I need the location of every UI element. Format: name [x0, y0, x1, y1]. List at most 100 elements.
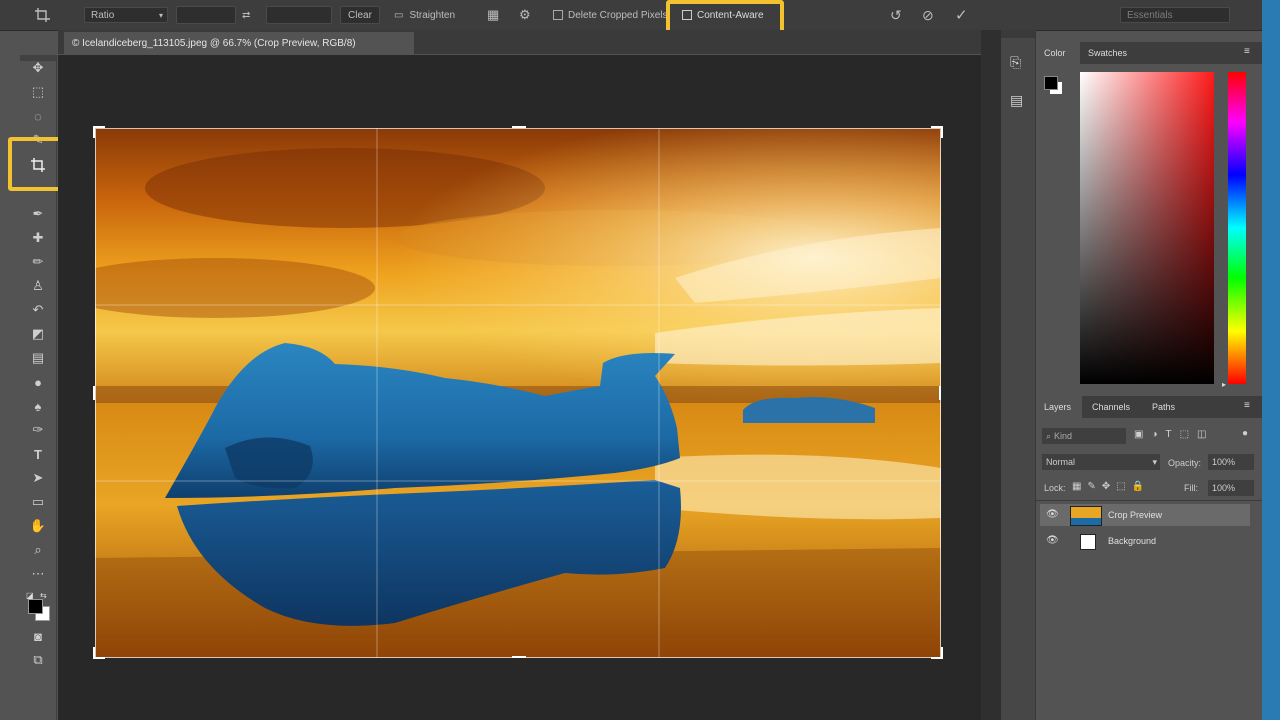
visibility-eye-icon[interactable]: 👁: [1046, 509, 1059, 520]
panels-column: Color Swatches ≡ ▸ Layers Channels Paths…: [1036, 40, 1262, 720]
crop-handle-bottom-right[interactable]: [931, 647, 943, 659]
quick-mask-icon[interactable]: ◙: [29, 627, 47, 645]
fill-value: 100%: [1212, 483, 1236, 493]
color-swatches-mini[interactable]: [1044, 76, 1062, 94]
blur-tool-icon[interactable]: ●: [29, 373, 47, 391]
panel-menu-icon[interactable]: ≡: [1244, 46, 1250, 57]
filter-toggle-icon[interactable]: ●: [1242, 428, 1252, 440]
tab-swatches[interactable]: Swatches: [1088, 48, 1127, 58]
crop-handle-left[interactable]: [93, 386, 95, 400]
kind-label: Kind: [1054, 431, 1073, 441]
eyedropper-tool-icon[interactable]: ✒: [29, 205, 47, 223]
lasso-tool-icon[interactable]: ◌: [29, 107, 47, 125]
clear-label: Clear: [348, 9, 372, 21]
tab-paths[interactable]: Paths: [1152, 402, 1175, 412]
hue-slider[interactable]: [1228, 72, 1246, 384]
crop-handle-right[interactable]: [939, 386, 941, 400]
lock-label: Lock:: [1044, 483, 1066, 493]
foreground-color-swatch[interactable]: [28, 599, 43, 614]
cancel-icon[interactable]: ⊘: [922, 0, 934, 30]
tab-channels[interactable]: Channels: [1092, 402, 1130, 412]
pen-tool-icon[interactable]: ✑: [29, 421, 47, 439]
level-icon: ▭: [394, 9, 404, 21]
color-field[interactable]: [1080, 72, 1214, 384]
options-bar: Ratio ▾ ⇄ Clear ▭ Straighten ▦ ⚙ Delete …: [0, 0, 1262, 31]
divider: [1036, 500, 1262, 501]
search-icon: ⌕: [1046, 430, 1052, 441]
path-selection-tool-icon[interactable]: ➤: [29, 469, 47, 487]
history-brush-tool-icon[interactable]: ↶: [29, 301, 47, 319]
layer-row-crop-preview[interactable]: 👁 Crop Preview: [1040, 504, 1250, 526]
history-panel-icon[interactable]: ⎘: [1010, 54, 1021, 71]
marquee-tool-icon[interactable]: ⬚: [29, 83, 47, 101]
hand-tool-icon[interactable]: ✋: [29, 517, 47, 535]
delete-cropped-pixels-checkbox[interactable]: Delete Cropped Pixels: [553, 0, 674, 30]
ratio-dropdown[interactable]: Ratio ▾: [84, 7, 168, 23]
eraser-tool-icon[interactable]: ◩: [29, 325, 47, 343]
layer-name: Crop Preview: [1108, 510, 1163, 520]
opacity-value: 100%: [1212, 457, 1236, 467]
layer-filter-kind[interactable]: ⌕ Kind: [1042, 428, 1126, 444]
move-tool-icon[interactable]: ✥: [29, 59, 47, 77]
default-colors-icon[interactable]: ◪: [26, 591, 36, 600]
hue-slider-marker-icon[interactable]: ▸: [1222, 380, 1226, 389]
width-field[interactable]: [176, 6, 236, 24]
crop-handle-bottom-left[interactable]: [93, 647, 105, 659]
crop-handle-top-right[interactable]: [931, 126, 943, 138]
brush-tool-icon[interactable]: ✏: [29, 253, 47, 271]
reset-icon[interactable]: ↺: [890, 0, 902, 30]
foreground-color-mini[interactable]: [1044, 76, 1058, 90]
rectangle-tool-icon[interactable]: ▭: [29, 493, 47, 511]
more-tools-icon[interactable]: ⋯: [29, 565, 47, 583]
panel-icon-column: ⎘ ▤: [1001, 30, 1036, 720]
delete-cropped-label: Delete Cropped Pixels: [568, 9, 668, 21]
lock-icons[interactable]: ▦✎✥⬚🔒: [1072, 481, 1150, 492]
dock-grip[interactable]: [1001, 30, 1035, 38]
blend-mode-dropdown[interactable]: Normal ▾: [1042, 454, 1160, 470]
layer-name: Background: [1108, 536, 1157, 546]
commit-check-icon[interactable]: ✓: [955, 0, 968, 30]
panel-menu-icon[interactable]: ≡: [1244, 400, 1250, 411]
screen-mode-icon[interactable]: ⧉: [29, 651, 47, 669]
swap-icon[interactable]: ⇄: [242, 0, 250, 30]
opacity-field[interactable]: 100%: [1208, 454, 1254, 470]
height-field[interactable]: [266, 6, 332, 24]
tab-color-label: Color: [1044, 48, 1066, 58]
clone-stamp-tool-icon[interactable]: ♙: [29, 277, 47, 295]
properties-panel-icon[interactable]: ▤: [1010, 92, 1023, 109]
checkbox-icon: [553, 10, 563, 20]
fill-field[interactable]: 100%: [1208, 480, 1254, 496]
layer-filter-icons[interactable]: ▣◑T⬚◫: [1134, 429, 1215, 440]
type-tool-icon[interactable]: T: [29, 445, 47, 463]
ratio-label: Ratio: [91, 9, 115, 21]
image-canvas[interactable]: [95, 128, 941, 658]
layer-row-background[interactable]: 👁 Background: [1040, 530, 1250, 552]
overlay-grid-icon[interactable]: ▦: [487, 0, 499, 30]
workspace-switcher[interactable]: Essentials: [1120, 7, 1230, 23]
chevron-down-icon: ▾: [1152, 456, 1157, 467]
visibility-eye-icon[interactable]: 👁: [1046, 535, 1059, 546]
crop-tool-preset-icon[interactable]: [34, 0, 54, 30]
straighten-button[interactable]: ▭ Straighten: [394, 0, 455, 30]
tab-layers[interactable]: Layers: [1036, 396, 1082, 418]
dodge-tool-icon[interactable]: ♠: [29, 397, 47, 415]
zoom-tool-icon[interactable]: ⌕: [29, 541, 47, 559]
tab-layers-label: Layers: [1044, 402, 1072, 412]
opacity-label: Opacity:: [1168, 458, 1202, 468]
crop-handle-bottom[interactable]: [512, 656, 526, 658]
chevron-down-icon: ▾: [158, 10, 163, 20]
layers-panel-header: Layers Channels Paths ≡: [1036, 396, 1262, 418]
tab-color[interactable]: Color: [1036, 42, 1080, 64]
document-tab-bar: © Icelandiceberg_113105.jpeg @ 66.7% (Cr…: [58, 30, 1003, 54]
healing-brush-tool-icon[interactable]: ✚: [29, 229, 47, 247]
fill-label: Fill:: [1184, 483, 1198, 493]
gear-icon[interactable]: ⚙: [519, 0, 531, 30]
crop-handle-top-left[interactable]: [93, 126, 105, 138]
gradient-tool-icon[interactable]: ▤: [29, 349, 47, 367]
clear-button[interactable]: Clear: [340, 6, 380, 24]
document-tab[interactable]: © Icelandiceberg_113105.jpeg @ 66.7% (Cr…: [64, 32, 414, 54]
layer-thumbnail: [1080, 534, 1096, 550]
color-swatches[interactable]: ◪ ⇆: [26, 591, 50, 621]
straighten-label: Straighten: [409, 9, 456, 21]
crop-handle-top[interactable]: [512, 126, 526, 128]
